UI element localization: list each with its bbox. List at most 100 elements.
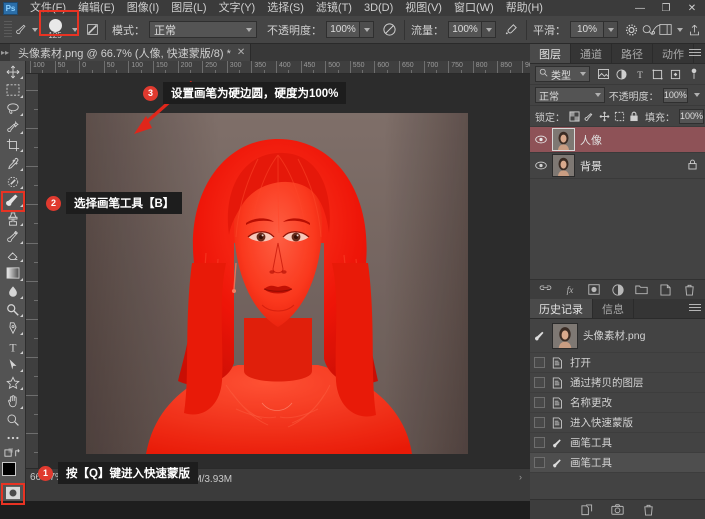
history-brush-source-checkbox[interactable] bbox=[534, 457, 545, 468]
workspace-chevron-down-icon[interactable] bbox=[677, 27, 683, 32]
menu-filter[interactable]: 滤镜(T) bbox=[310, 0, 358, 16]
brush-preset-picker[interactable]: 125 bbox=[42, 18, 68, 42]
horizontal-scrollbar[interactable] bbox=[26, 485, 530, 501]
menu-image[interactable]: 图像(I) bbox=[121, 0, 165, 16]
close-icon[interactable]: ✕ bbox=[237, 47, 245, 58]
list-item[interactable]: 打开 bbox=[530, 353, 705, 373]
lock-nesting-icon[interactable] bbox=[614, 110, 625, 123]
artboard[interactable] bbox=[86, 113, 468, 454]
panel-menu-icon[interactable] bbox=[689, 304, 701, 313]
filter-toggle-icon[interactable] bbox=[687, 68, 700, 81]
move-tool[interactable] bbox=[1, 63, 25, 81]
filter-adjustment-icon[interactable] bbox=[615, 68, 628, 81]
share-icon[interactable] bbox=[688, 23, 701, 36]
smoothing-chevron-down-icon[interactable] bbox=[604, 21, 618, 38]
swap-colors-icon[interactable] bbox=[1, 447, 25, 460]
history-snapshot-thumbnail[interactable] bbox=[552, 322, 578, 349]
list-item[interactable]: 进入快速蒙版 bbox=[530, 413, 705, 433]
history-brush-source-checkbox[interactable] bbox=[534, 397, 545, 408]
tab-layers[interactable]: 图层 bbox=[530, 44, 571, 63]
trash-icon[interactable] bbox=[683, 283, 696, 296]
link-icon[interactable] bbox=[539, 283, 552, 296]
history-brush-source-checkbox[interactable] bbox=[534, 437, 545, 448]
menu-file[interactable]: 文件(F) bbox=[24, 0, 72, 16]
options-bar-grip[interactable] bbox=[4, 20, 12, 39]
opacity-chevron-down-icon[interactable] bbox=[360, 21, 374, 38]
history-snapshot-row[interactable]: 头像素材.png bbox=[530, 319, 705, 353]
tool-preset-chevron-down-icon[interactable] bbox=[32, 27, 38, 32]
workspace-icon[interactable] bbox=[659, 23, 672, 36]
foreground-color-swatch[interactable] bbox=[1, 462, 16, 477]
tab-paths[interactable]: 路径 bbox=[612, 44, 653, 63]
gradient-tool[interactable] bbox=[1, 264, 25, 282]
brush-settings-panel-icon[interactable] bbox=[86, 23, 99, 36]
tab-info[interactable]: 信息 bbox=[593, 299, 634, 318]
lasso-tool[interactable] bbox=[1, 100, 25, 118]
filter-shape-icon[interactable] bbox=[651, 68, 664, 81]
search-icon[interactable] bbox=[641, 23, 654, 36]
chevron-right-icon[interactable]: › bbox=[519, 472, 522, 482]
layer-fill-input[interactable]: 100% bbox=[679, 108, 705, 124]
airbrush-icon[interactable] bbox=[502, 21, 520, 39]
adjustment-icon[interactable] bbox=[611, 283, 624, 296]
table-row[interactable]: 背景 bbox=[530, 153, 705, 179]
close-button[interactable]: ✕ bbox=[679, 0, 705, 16]
flow-input[interactable]: 100% bbox=[448, 21, 482, 38]
menu-layer[interactable]: 图层(L) bbox=[165, 0, 212, 16]
panel-menu-icon[interactable] bbox=[689, 49, 701, 58]
gear-icon[interactable] bbox=[625, 23, 638, 36]
current-tool-indicator[interactable] bbox=[15, 23, 42, 36]
flow-chevron-down-icon[interactable] bbox=[482, 21, 496, 38]
menu-select[interactable]: 选择(S) bbox=[261, 0, 310, 16]
crop-tool[interactable] bbox=[1, 136, 25, 154]
layer-name[interactable]: 背景 bbox=[580, 158, 683, 174]
blend-mode-select[interactable]: 正常 bbox=[149, 21, 257, 38]
eye-icon[interactable] bbox=[534, 161, 547, 170]
marquee-tool[interactable] bbox=[1, 81, 25, 99]
layer-opacity-input[interactable]: 100% bbox=[662, 87, 688, 103]
layer-blend-mode-select[interactable]: 正常 bbox=[535, 87, 605, 103]
eraser-tool[interactable] bbox=[1, 246, 25, 264]
camera-icon[interactable] bbox=[611, 503, 624, 516]
list-item[interactable]: 画笔工具 bbox=[530, 433, 705, 453]
history-brush-source-checkbox[interactable] bbox=[534, 357, 545, 368]
list-item[interactable]: 通过拷贝的图层 bbox=[530, 373, 705, 393]
eyedropper-tool[interactable] bbox=[1, 154, 25, 172]
history-brush-tool[interactable] bbox=[1, 228, 25, 246]
layer-filter-select[interactable]: 类型 bbox=[535, 66, 590, 82]
list-item[interactable]: 名称更改 bbox=[530, 393, 705, 413]
restore-button[interactable]: ❐ bbox=[653, 0, 679, 16]
tab-actions[interactable]: 动作 bbox=[653, 44, 694, 63]
smoothing-input[interactable]: 10% bbox=[570, 21, 604, 38]
menu-type[interactable]: 文字(Y) bbox=[213, 0, 262, 16]
zoom-tool[interactable] bbox=[1, 411, 25, 429]
document-tab[interactable]: 头像素材.png @ 66.7% (人像, 快速蒙版/8) * ✕ bbox=[10, 44, 252, 61]
hand-tool[interactable] bbox=[1, 392, 25, 410]
trash-icon[interactable] bbox=[642, 503, 655, 516]
pen-tool[interactable] bbox=[1, 319, 25, 337]
menu-window[interactable]: 窗口(W) bbox=[448, 0, 500, 16]
blur-tool[interactable] bbox=[1, 283, 25, 301]
tab-channels[interactable]: 通道 bbox=[571, 44, 612, 63]
clone-stamp-tool[interactable] bbox=[1, 209, 25, 227]
quick-mask-toggle[interactable] bbox=[0, 483, 25, 506]
history-brush-source-checkbox[interactable] bbox=[534, 417, 545, 428]
menu-edit[interactable]: 编辑(E) bbox=[72, 0, 121, 16]
layer-name[interactable]: 人像 bbox=[580, 132, 701, 148]
brush-preset-chevron-down-icon[interactable] bbox=[72, 27, 78, 32]
path-selection-tool[interactable] bbox=[1, 356, 25, 374]
spot-healing-tool[interactable] bbox=[1, 173, 25, 191]
canvas-area[interactable] bbox=[39, 74, 530, 468]
lock-position-icon[interactable] bbox=[599, 110, 610, 123]
lock-transparency-icon[interactable] bbox=[569, 110, 580, 123]
table-row[interactable]: 人像 bbox=[530, 127, 705, 153]
shape-tool[interactable] bbox=[1, 374, 25, 392]
filter-type-icon[interactable]: T bbox=[633, 68, 646, 81]
lock-image-icon[interactable] bbox=[584, 110, 595, 123]
group-icon[interactable] bbox=[635, 283, 648, 296]
filter-pixel-icon[interactable] bbox=[597, 68, 610, 81]
new-document-icon[interactable] bbox=[580, 503, 593, 516]
color-swatches[interactable] bbox=[1, 462, 25, 484]
fx-icon[interactable]: fx bbox=[563, 283, 576, 296]
mask-icon[interactable] bbox=[587, 283, 600, 296]
